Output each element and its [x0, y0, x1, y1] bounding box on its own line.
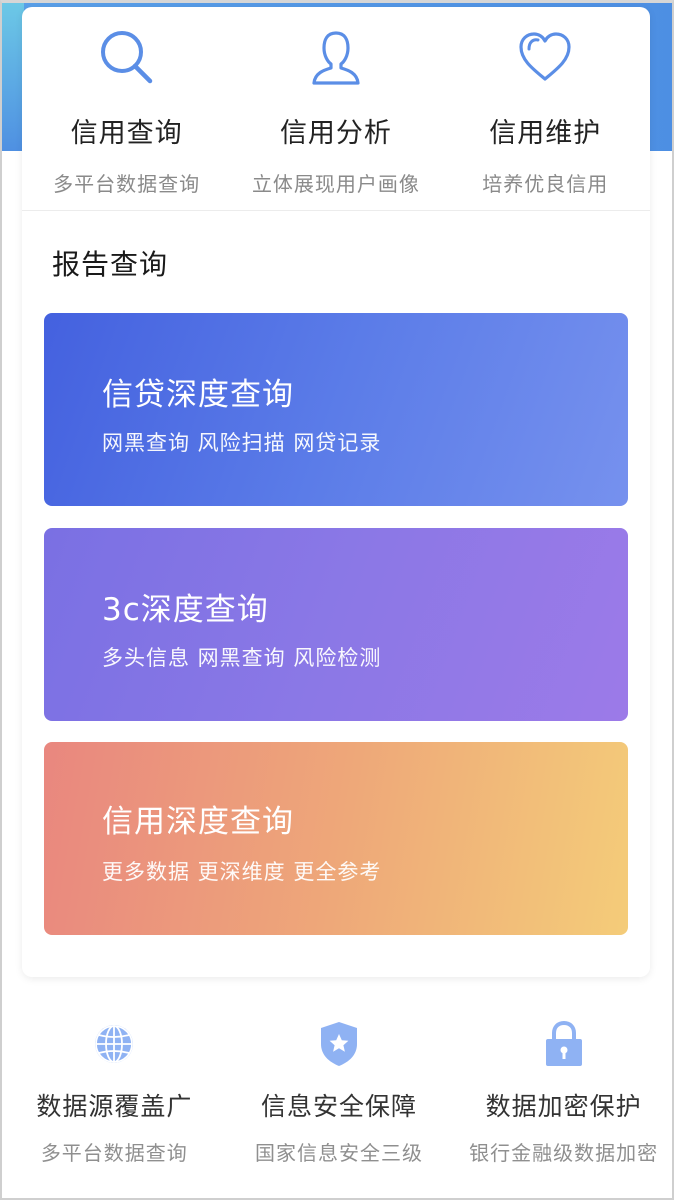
report-subtitle: 更多数据 更深维度 更全参考 — [102, 860, 382, 884]
search-icon — [97, 27, 157, 87]
globe-icon — [91, 1021, 137, 1067]
app-frame: 信用查询 多平台数据查询 信用分析 立体展现用户画像 信用维护 培养优良信用 报… — [0, 0, 674, 1200]
guarantee-security: 信息安全保障 国家信息安全三级 — [227, 1003, 452, 1198]
report-subtitle: 多头信息 网黑查询 风险检测 — [102, 646, 382, 670]
feature-title: 信用分析 — [279, 118, 392, 149]
guarantee-subtitle: 银行金融级数据加密 — [469, 1141, 659, 1165]
banner-accent — [2, 3, 24, 151]
user-icon — [306, 27, 366, 87]
report-card-3c[interactable]: 3c深度查询 多头信息 网黑查询 风险检测 — [44, 528, 628, 721]
feature-credit-analysis[interactable]: 信用分析 立体展现用户画像 — [231, 7, 440, 211]
report-subtitle: 网黑查询 风险扫描 网贷记录 — [102, 431, 382, 455]
divider — [22, 210, 650, 211]
feature-row: 信用查询 多平台数据查询 信用分析 立体展现用户画像 信用维护 培养优良信用 — [22, 7, 650, 211]
guarantee-subtitle: 多平台数据查询 — [40, 1141, 188, 1165]
feature-subtitle: 立体展现用户画像 — [251, 172, 420, 196]
feature-credit-maintain[interactable]: 信用维护 培养优良信用 — [441, 7, 650, 211]
report-card-credit[interactable]: 信用深度查询 更多数据 更深维度 更全参考 — [44, 742, 628, 935]
guarantee-title: 数据加密保护 — [485, 1092, 642, 1121]
main-card: 信用查询 多平台数据查询 信用分析 立体展现用户画像 信用维护 培养优良信用 报… — [22, 7, 650, 977]
guarantee-subtitle: 国家信息安全三级 — [254, 1141, 423, 1165]
feature-title: 信用维护 — [489, 118, 602, 149]
feature-credit-query[interactable]: 信用查询 多平台数据查询 — [22, 7, 231, 211]
report-card-loan[interactable]: 信贷深度查询 网黑查询 风险扫描 网贷记录 — [44, 313, 628, 506]
feature-subtitle: 培养优良信用 — [482, 172, 609, 196]
guarantee-coverage: 数据源覆盖广 多平台数据查询 — [2, 1003, 227, 1198]
guarantee-row: 数据源覆盖广 多平台数据查询 信息安全保障 国家信息安全三级 数据加密保护 银行… — [2, 1003, 672, 1198]
section-title: 报告查询 — [52, 248, 169, 281]
guarantee-title: 数据源覆盖广 — [36, 1092, 193, 1121]
lock-icon — [541, 1020, 587, 1067]
feature-subtitle: 多平台数据查询 — [53, 172, 201, 196]
report-title: 3c深度查询 — [102, 592, 269, 628]
feature-title: 信用查询 — [70, 118, 183, 149]
heart-icon — [515, 27, 575, 87]
shield-star-icon — [316, 1021, 362, 1067]
guarantee-title: 信息安全保障 — [260, 1092, 417, 1121]
report-title: 信贷深度查询 — [102, 377, 294, 413]
report-title: 信用深度查询 — [102, 804, 294, 840]
guarantee-encryption: 数据加密保护 银行金融级数据加密 — [451, 1003, 672, 1198]
